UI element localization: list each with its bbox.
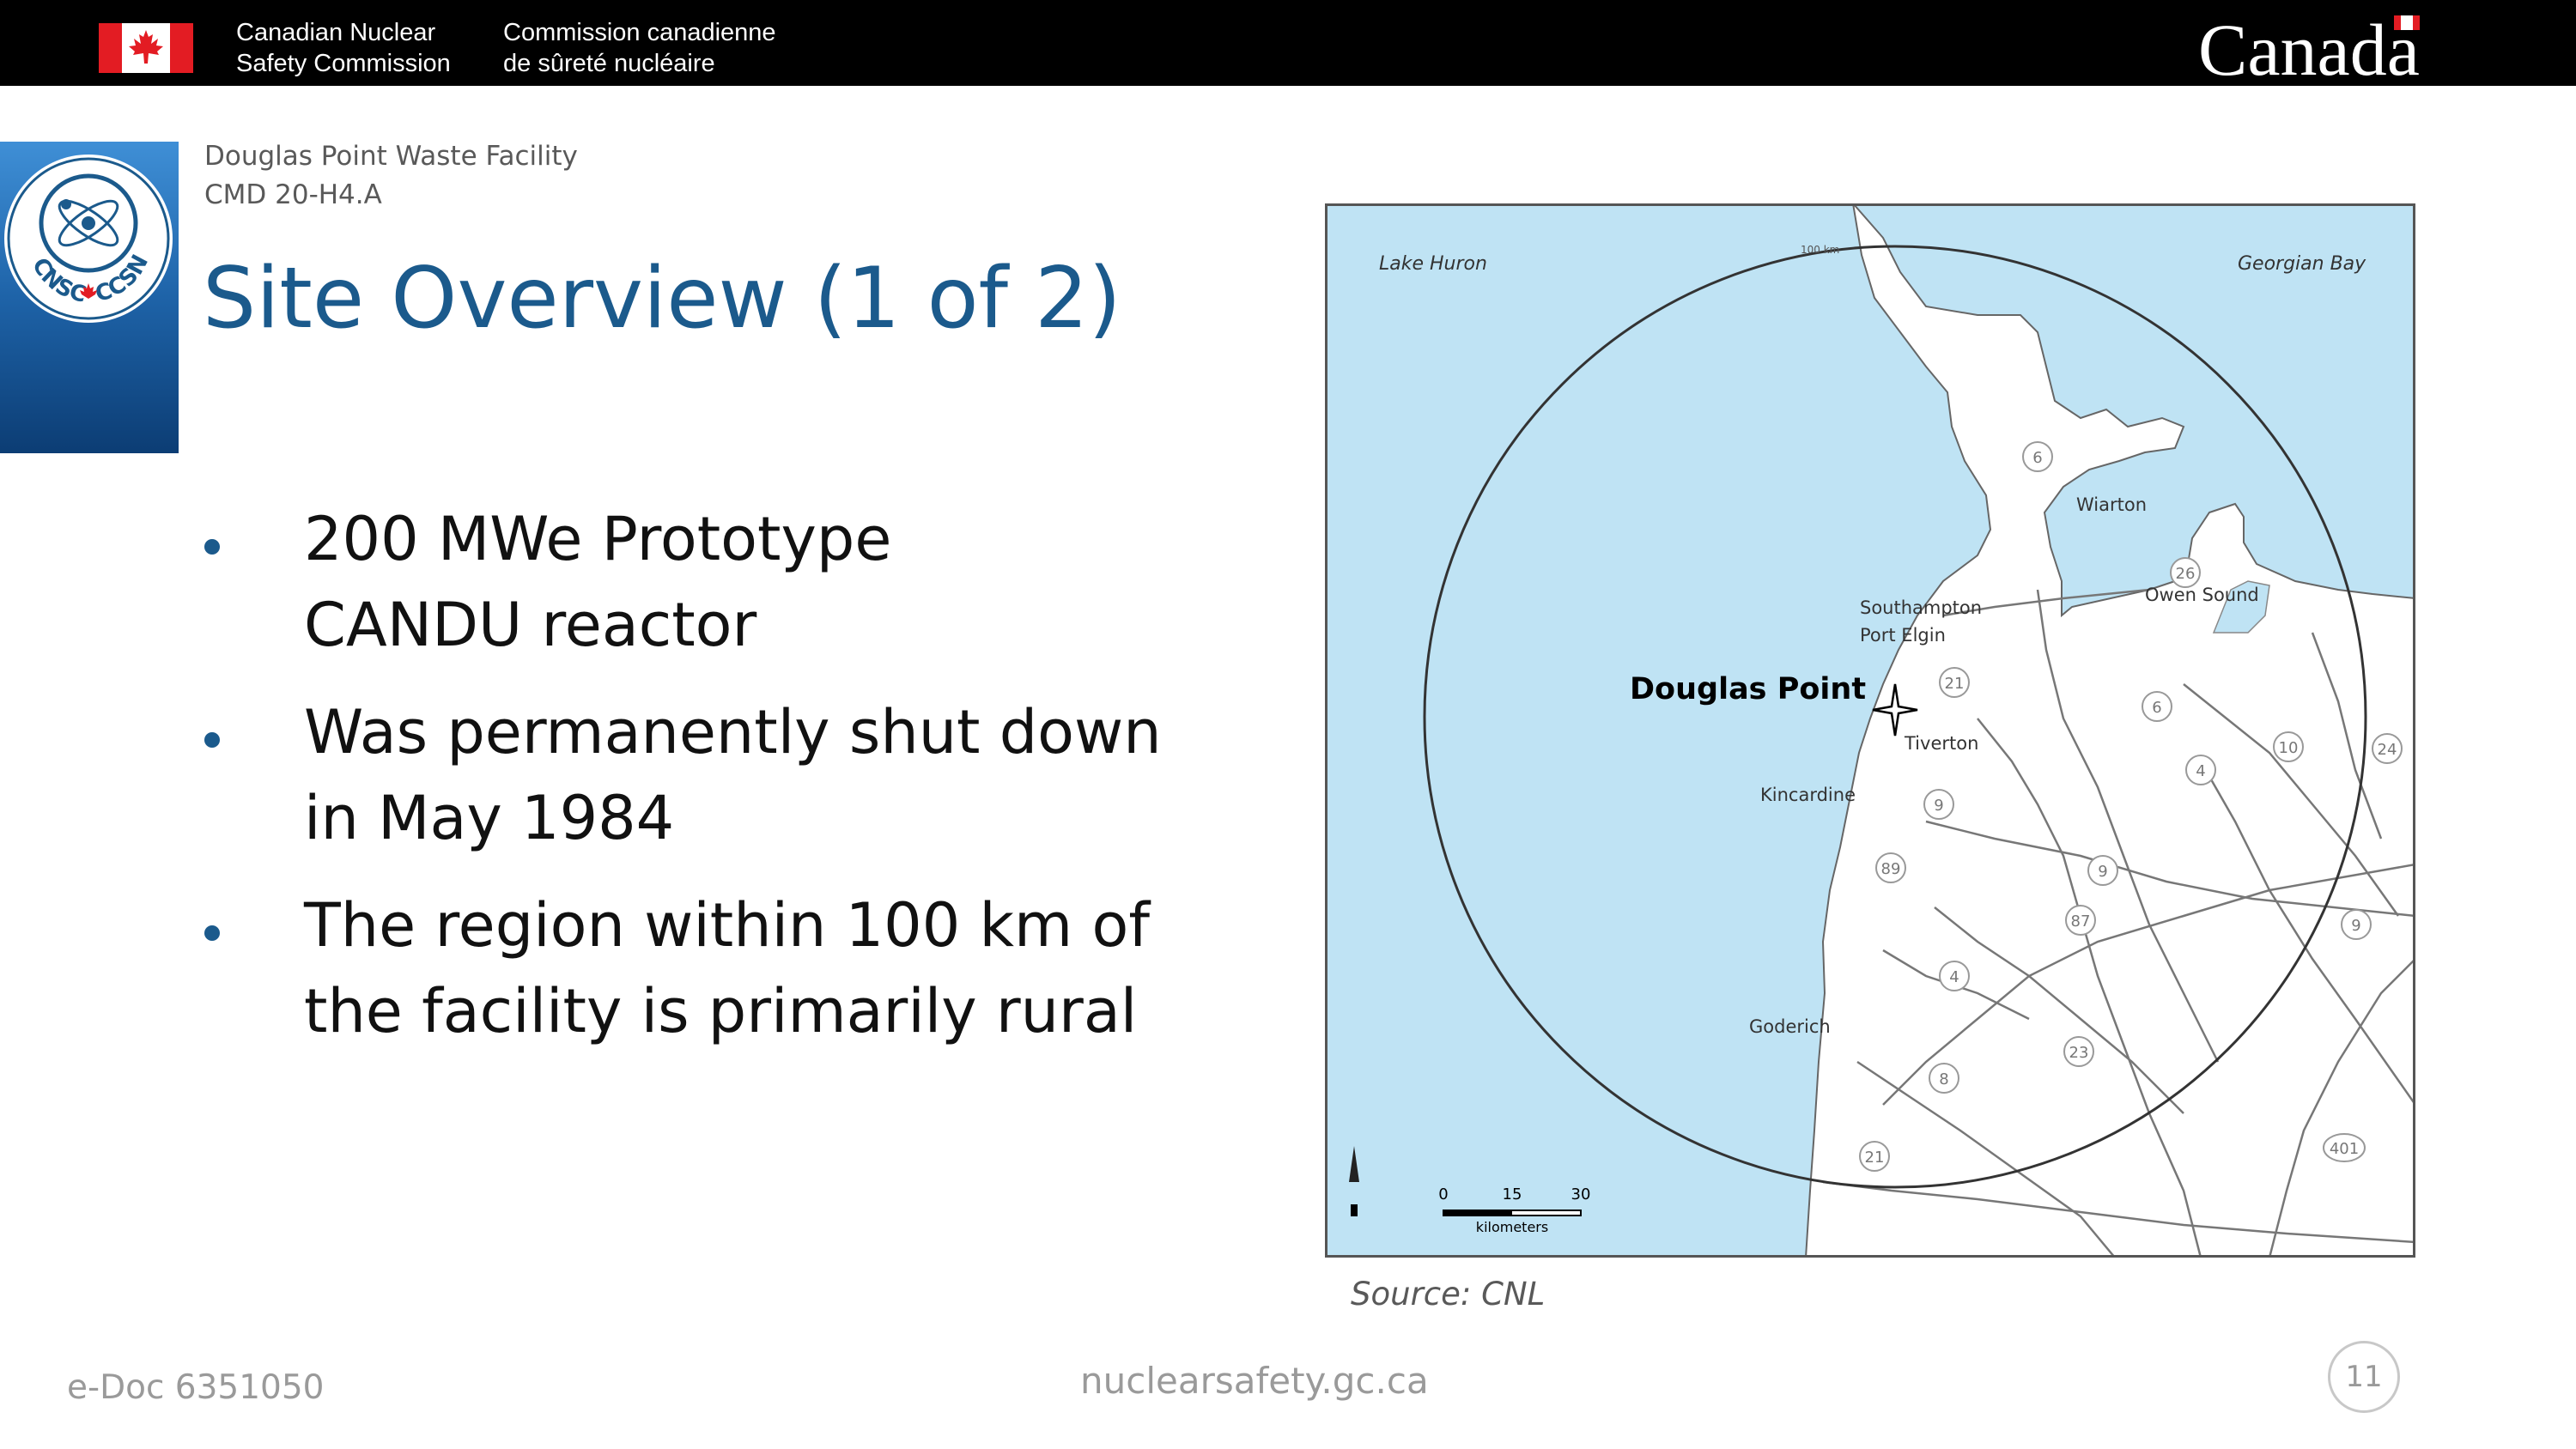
bullet-icon (204, 732, 220, 748)
page-number-badge: 11 (2328, 1341, 2400, 1413)
edoc-number: e-Doc 6351050 (67, 1368, 325, 1407)
svg-text:15: 15 (1503, 1185, 1522, 1203)
bullet-icon (204, 925, 220, 941)
cmd-number: CMD 20-H4.A (204, 179, 382, 210)
map-source-caption: Source: CNL (1351, 1276, 1546, 1313)
site-map-svg: 6 26 21 6 10 24 4 9 89 9 87 9 4 23 8 21 … (1325, 203, 2415, 1258)
bullet-line: 200 MWe Prototype (304, 504, 892, 574)
owen-sound-label: Owen Sound (2145, 585, 2259, 605)
svg-text:kilometers: kilometers (1476, 1219, 1548, 1235)
goderich-label: Goderich (1749, 1016, 1831, 1037)
bullet-line: The region within 100 km of (304, 890, 1150, 961)
svg-text:89: 89 (1881, 860, 1901, 878)
svg-text:10: 10 (2279, 739, 2299, 757)
tiverton-label: Tiverton (1904, 733, 1978, 754)
svg-text:24: 24 (2378, 741, 2397, 759)
bullet-line: the facility is primarily rural (304, 976, 1138, 1046)
svg-text:100 km: 100 km (1801, 244, 1839, 256)
lake-huron-label: Lake Huron (1379, 253, 1487, 275)
svg-text:9: 9 (2098, 863, 2107, 881)
canada-wordmark: Canada (2198, 9, 2420, 91)
kincardine-label: Kincardine (1760, 785, 1856, 805)
svg-text:8: 8 (1939, 1070, 1948, 1088)
svg-text:23: 23 (2069, 1044, 2089, 1062)
org-name-french: Commission canadienne de sûreté nucléair… (503, 19, 776, 77)
svg-text:6: 6 (2152, 699, 2161, 717)
site-map: 6 26 21 6 10 24 4 9 89 9 87 9 4 23 8 21 … (1325, 203, 2415, 1258)
canada-flag-icon (99, 23, 193, 73)
bullet-line: in May 1984 (304, 783, 675, 853)
svg-text:4: 4 (2196, 762, 2205, 780)
svg-text:6: 6 (2032, 449, 2042, 467)
svg-text:9: 9 (2351, 917, 2360, 935)
government-banner: Canadian Nuclear Safety Commission Commi… (0, 0, 2576, 91)
bullet-icon (204, 539, 220, 555)
footer-url[interactable]: nuclearsafety.gc.ca (1080, 1360, 1429, 1403)
svg-text:21: 21 (1865, 1149, 1885, 1167)
wiarton-label: Wiarton (2076, 494, 2147, 515)
svg-text:401: 401 (2330, 1140, 2359, 1158)
port-elgin-label: Port Elgin (1860, 625, 1946, 646)
page-title: Site Overview (1 of 2) (203, 250, 1121, 348)
cnsc-logo-panel: CNSC CCSN (0, 142, 179, 453)
bullet-line: CANDU reactor (304, 590, 757, 660)
wordmark-flag-icon (2394, 15, 2420, 30)
svg-text:21: 21 (1945, 675, 1965, 693)
page-number: 11 (2345, 1360, 2383, 1394)
svg-text:0: 0 (1438, 1185, 1448, 1203)
georgian-bay-label: Georgian Bay (2238, 253, 2366, 275)
cnsc-logo: CNSC CCSN (4, 155, 173, 323)
southampton-label: Southampton (1860, 597, 1982, 618)
svg-text:26: 26 (2176, 565, 2196, 583)
svg-text:87: 87 (2071, 912, 2091, 931)
douglas-point-label: Douglas Point (1630, 672, 1866, 706)
bullet-line: Was permanently shut down (304, 697, 1162, 767)
svg-text:30: 30 (1571, 1185, 1591, 1203)
svg-text:9: 9 (1934, 797, 1943, 815)
facility-name: Douglas Point Waste Facility (204, 141, 578, 172)
org-name-english: Canadian Nuclear Safety Commission (236, 19, 451, 77)
svg-text:4: 4 (1949, 968, 1959, 986)
